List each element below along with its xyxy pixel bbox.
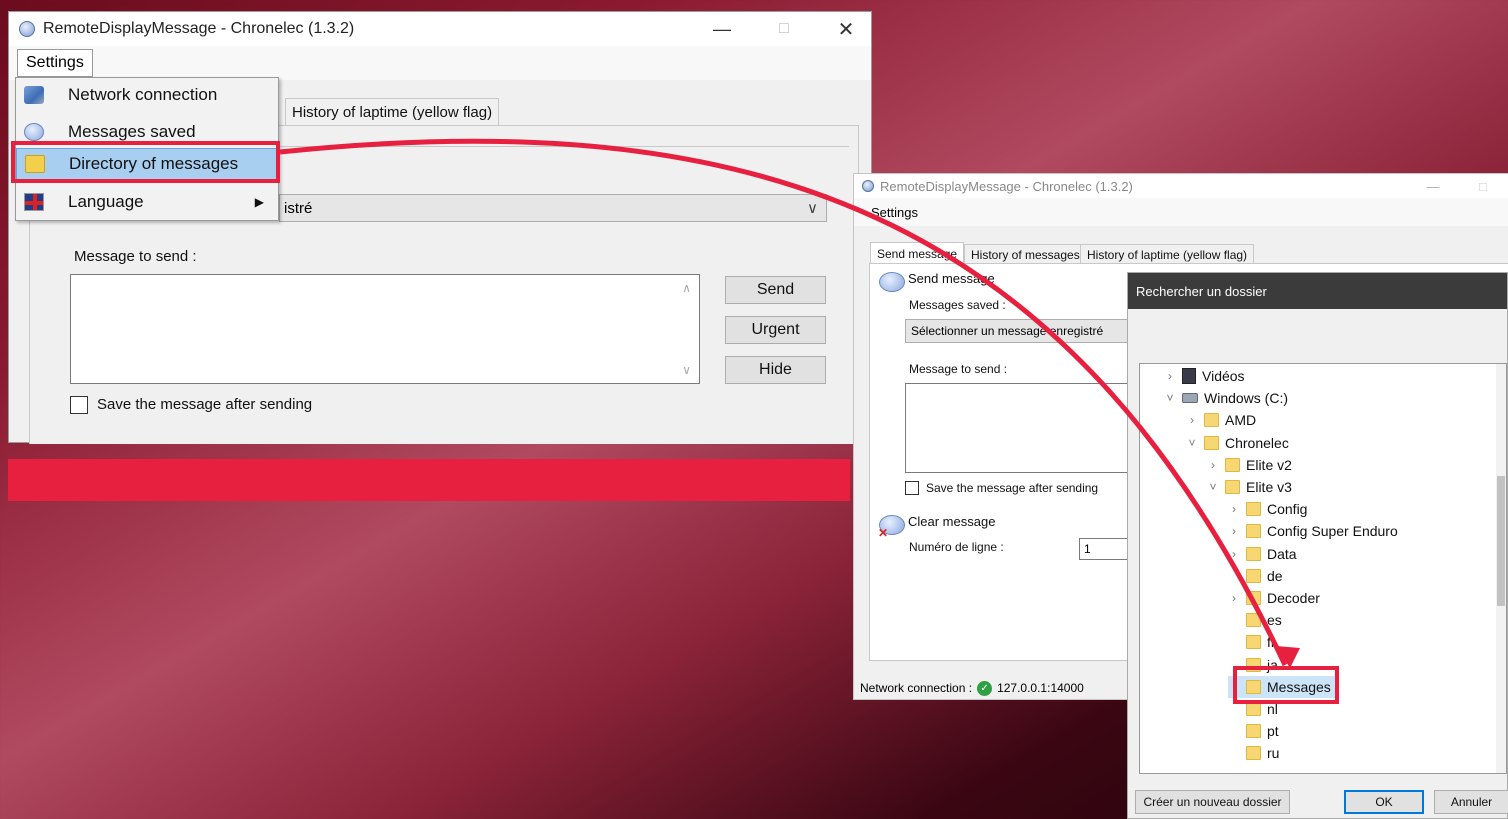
arrow-path: [279, 138, 1288, 667]
annotation-arrow: [279, 138, 1300, 668]
